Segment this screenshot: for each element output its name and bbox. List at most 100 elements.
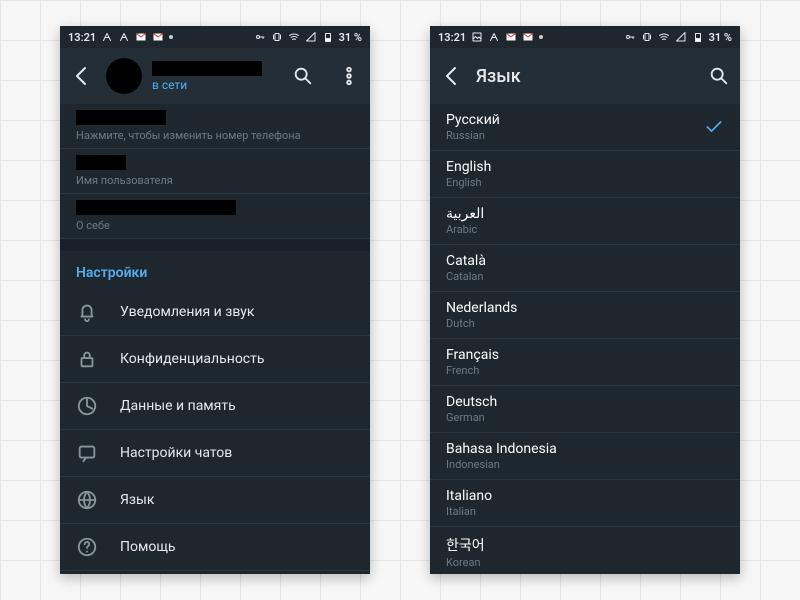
profile-name-redacted bbox=[152, 61, 262, 76]
username-hint: Имя пользователя bbox=[76, 174, 354, 187]
language-row[interactable]: DeutschGerman bbox=[430, 386, 740, 433]
app-version: Telegram для Android v5.8.0 (1626) arm64… bbox=[60, 571, 370, 574]
language-english: German bbox=[446, 411, 497, 424]
username-field[interactable]: Имя пользователя bbox=[60, 149, 370, 194]
language-english: Italian bbox=[446, 505, 492, 518]
settings-row-help[interactable]: Помощь bbox=[60, 524, 370, 571]
language-english: Russian bbox=[446, 129, 500, 142]
language-native: Deutsch bbox=[446, 394, 497, 410]
clock: 13:21 bbox=[438, 31, 466, 44]
language-row[interactable]: РусскийRussian bbox=[430, 104, 740, 151]
settings-row-label: Язык bbox=[120, 492, 154, 508]
language-native: Русский bbox=[446, 112, 500, 128]
back-button[interactable] bbox=[70, 64, 94, 88]
language-native: English bbox=[446, 159, 491, 175]
settings-row-label: Настройки чатов bbox=[120, 445, 232, 461]
clock: 13:21 bbox=[68, 31, 96, 44]
battery-icon bbox=[692, 31, 704, 43]
language-native: Italiano bbox=[446, 488, 492, 504]
language-native: Nederlands bbox=[446, 300, 517, 316]
bio-field[interactable]: О себе bbox=[60, 194, 370, 239]
settings-section-title: Настройки bbox=[60, 251, 370, 289]
battery-percent: 31 % bbox=[709, 31, 732, 44]
key-icon bbox=[624, 31, 636, 43]
language-english: Dutch bbox=[446, 317, 517, 330]
status-bar: 13:21 31 % bbox=[60, 26, 370, 48]
bio-redacted bbox=[76, 200, 236, 215]
lock-icon bbox=[76, 348, 98, 370]
more-menu-icon[interactable] bbox=[338, 65, 360, 87]
language-row[interactable]: EnglishEnglish bbox=[430, 151, 740, 198]
language-screen: 13:21 31 % Язык РусскийRussianEnglishEng… bbox=[430, 26, 740, 574]
font-icon bbox=[101, 31, 113, 43]
more-notifications-icon bbox=[539, 35, 543, 39]
more-notifications-icon bbox=[169, 35, 173, 39]
phone-hint: Нажмите, чтобы изменить номер телефона bbox=[76, 129, 354, 142]
mail-icon bbox=[152, 31, 164, 43]
wifi-icon bbox=[658, 31, 670, 43]
profile-block[interactable]: в сети bbox=[106, 58, 268, 94]
avatar bbox=[106, 58, 142, 94]
language-native: Bahasa Indonesia bbox=[446, 441, 557, 457]
settings-row-bell[interactable]: Уведомления и звук bbox=[60, 289, 370, 336]
vibrate-icon bbox=[641, 31, 653, 43]
wifi-icon bbox=[288, 31, 300, 43]
username-redacted bbox=[76, 155, 126, 170]
language-row[interactable]: ItalianoItalian bbox=[430, 480, 740, 527]
signal-icon bbox=[305, 31, 317, 43]
search-icon[interactable] bbox=[292, 65, 314, 87]
help-icon bbox=[76, 536, 98, 558]
settings-row-chat[interactable]: Настройки чатов bbox=[60, 430, 370, 477]
mail-icon bbox=[135, 31, 147, 43]
settings-row-globe[interactable]: Язык bbox=[60, 477, 370, 524]
bell-icon bbox=[76, 301, 98, 323]
language-row[interactable]: 한국어Korean bbox=[430, 527, 740, 574]
search-icon[interactable] bbox=[708, 65, 730, 87]
image-icon bbox=[471, 31, 483, 43]
phone-field[interactable]: Нажмите, чтобы изменить номер телефона bbox=[60, 104, 370, 149]
bio-hint: О себе bbox=[76, 219, 354, 232]
settings-screen: 13:21 31 % в сети bbox=[60, 26, 370, 574]
settings-row-label: Уведомления и звук bbox=[120, 304, 254, 320]
back-button[interactable] bbox=[440, 64, 464, 88]
battery-percent: 31 % bbox=[339, 31, 362, 44]
language-row[interactable]: NederlandsDutch bbox=[430, 292, 740, 339]
language-native: Català bbox=[446, 253, 486, 269]
page-title: Язык bbox=[476, 66, 684, 87]
language-header: Язык bbox=[430, 48, 740, 104]
settings-row-label: Данные и память bbox=[120, 398, 236, 414]
battery-icon bbox=[322, 31, 334, 43]
language-row[interactable]: FrançaisFrench bbox=[430, 339, 740, 386]
language-english: Catalan bbox=[446, 270, 486, 283]
data-icon bbox=[76, 395, 98, 417]
language-native: العربية bbox=[446, 206, 484, 222]
globe-icon bbox=[76, 489, 98, 511]
check-icon bbox=[704, 117, 724, 137]
language-english: French bbox=[446, 364, 499, 377]
language-native: 한국어 bbox=[446, 535, 485, 555]
settings-row-data[interactable]: Данные и память bbox=[60, 383, 370, 430]
font-icon bbox=[488, 31, 500, 43]
settings-row-label: Конфиденциальность bbox=[120, 351, 264, 367]
section-divider bbox=[60, 239, 370, 251]
mail-icon bbox=[522, 31, 534, 43]
settings-row-label: Помощь bbox=[120, 539, 176, 555]
language-english: Korean bbox=[446, 556, 485, 569]
language-english: Arabic bbox=[446, 223, 484, 236]
chat-icon bbox=[76, 442, 98, 464]
language-english: Indonesian bbox=[446, 458, 557, 471]
language-row[interactable]: CatalàCatalan bbox=[430, 245, 740, 292]
language-native: Français bbox=[446, 347, 499, 363]
language-english: English bbox=[446, 176, 491, 189]
language-row[interactable]: العربيةArabic bbox=[430, 198, 740, 245]
mail-icon bbox=[505, 31, 517, 43]
vibrate-icon bbox=[271, 31, 283, 43]
key-icon bbox=[254, 31, 266, 43]
language-row[interactable]: Bahasa IndonesiaIndonesian bbox=[430, 433, 740, 480]
online-status: в сети bbox=[152, 78, 262, 92]
status-bar: 13:21 31 % bbox=[430, 26, 740, 48]
phone-redacted bbox=[76, 110, 166, 125]
settings-row-lock[interactable]: Конфиденциальность bbox=[60, 336, 370, 383]
font-icon bbox=[118, 31, 130, 43]
signal-icon bbox=[675, 31, 687, 43]
